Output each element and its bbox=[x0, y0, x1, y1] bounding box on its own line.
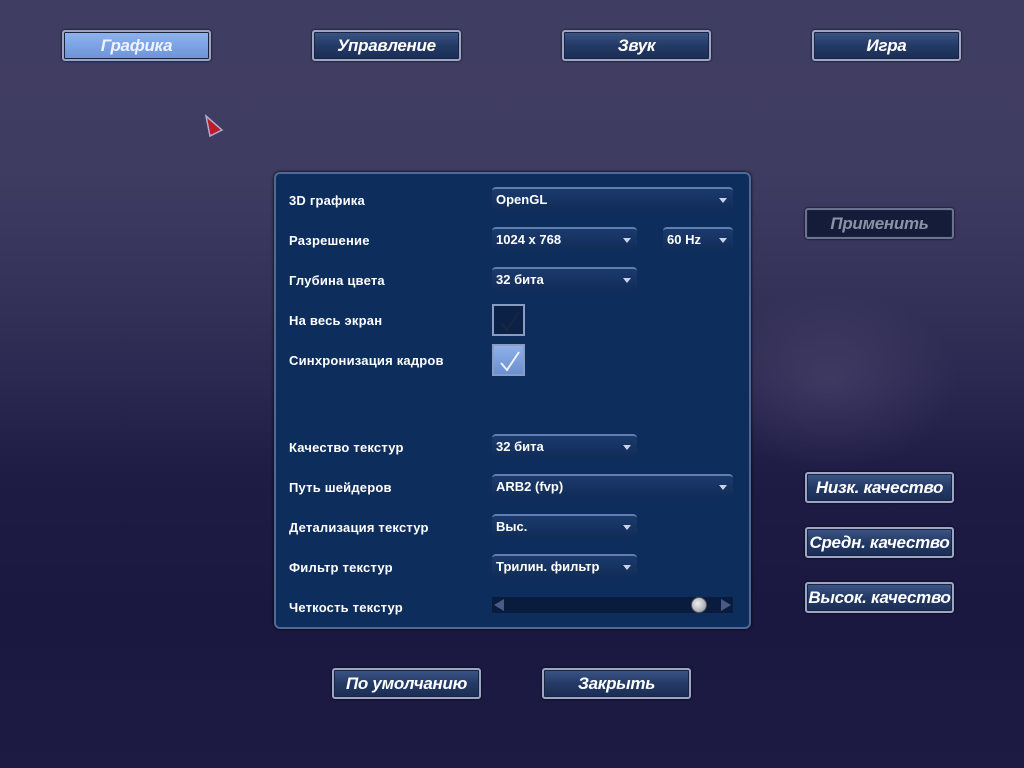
medium-quality-button[interactable]: Средн. качество bbox=[805, 527, 954, 558]
chevron-down-icon bbox=[719, 485, 727, 490]
fullscreen-label: На весь экран bbox=[289, 313, 383, 328]
shader-path-value: ARB2 (fvp) bbox=[496, 479, 564, 494]
tab-graphics[interactable]: Графика bbox=[62, 30, 211, 61]
texture-filter-dropdown[interactable]: Трилин. фильтр bbox=[492, 554, 637, 578]
texture-quality-value: 32 бита bbox=[496, 439, 544, 454]
texture-detail-value: Выс. bbox=[496, 519, 528, 534]
shader-path-label: Путь шейдеров bbox=[289, 480, 392, 495]
slider-thumb[interactable] bbox=[691, 597, 708, 613]
tab-sound[interactable]: Звук bbox=[562, 30, 711, 61]
close-button[interactable]: Закрыть bbox=[542, 668, 691, 699]
shader-path-dropdown[interactable]: ARB2 (fvp) bbox=[492, 474, 733, 498]
color-depth-value: 32 бита bbox=[496, 272, 544, 287]
chevron-down-icon bbox=[623, 278, 631, 283]
texture-filter-label: Фильтр текстур bbox=[289, 560, 393, 575]
mouse-cursor-icon bbox=[204, 114, 224, 138]
check-icon bbox=[500, 351, 520, 372]
resolution-dropdown[interactable]: 1024 x 768 bbox=[492, 227, 637, 251]
texture-sharpness-label: Четкость текстур bbox=[289, 600, 403, 615]
chevron-down-icon bbox=[623, 445, 631, 450]
api-label: 3D графика bbox=[289, 193, 365, 208]
arrow-left-icon[interactable] bbox=[494, 599, 504, 611]
resolution-label: Разрешение bbox=[289, 233, 370, 248]
texture-quality-dropdown[interactable]: 32 бита bbox=[492, 434, 637, 458]
chevron-down-icon bbox=[719, 238, 727, 243]
texture-sharpness-slider[interactable] bbox=[492, 597, 733, 613]
refresh-rate-value: 60 Hz bbox=[667, 232, 701, 247]
chevron-down-icon bbox=[623, 525, 631, 530]
vsync-label: Синхронизация кадров bbox=[289, 353, 444, 368]
defaults-button[interactable]: По умолчанию bbox=[332, 668, 481, 699]
chevron-down-icon bbox=[623, 565, 631, 570]
chevron-down-icon bbox=[719, 198, 727, 203]
color-depth-label: Глубина цвета bbox=[289, 273, 385, 288]
high-quality-button[interactable]: Высок. качество bbox=[805, 582, 954, 613]
texture-detail-dropdown[interactable]: Выс. bbox=[492, 514, 637, 538]
apply-button[interactable]: Применить bbox=[805, 208, 954, 239]
texture-filter-value: Трилин. фильтр bbox=[496, 559, 600, 574]
chevron-down-icon bbox=[623, 238, 631, 243]
tab-game[interactable]: Игра bbox=[812, 30, 961, 61]
resolution-value: 1024 x 768 bbox=[496, 232, 562, 247]
tab-controls[interactable]: Управление bbox=[312, 30, 461, 61]
api-value: OpenGL bbox=[496, 192, 548, 207]
vsync-checkbox[interactable] bbox=[492, 344, 525, 376]
color-depth-dropdown[interactable]: 32 бита bbox=[492, 267, 637, 291]
refresh-rate-dropdown[interactable]: 60 Hz bbox=[663, 227, 733, 251]
texture-quality-label: Качество текстур bbox=[289, 440, 404, 455]
low-quality-button[interactable]: Низк. качество bbox=[805, 472, 954, 503]
arrow-right-icon[interactable] bbox=[721, 599, 731, 611]
check-icon bbox=[500, 311, 520, 332]
fullscreen-checkbox[interactable] bbox=[492, 304, 525, 336]
graphics-settings-panel: 3D графика OpenGL Разрешение 1024 x 768 … bbox=[274, 172, 751, 629]
api-dropdown[interactable]: OpenGL bbox=[492, 187, 733, 211]
texture-detail-label: Детализация текстур bbox=[289, 520, 429, 535]
